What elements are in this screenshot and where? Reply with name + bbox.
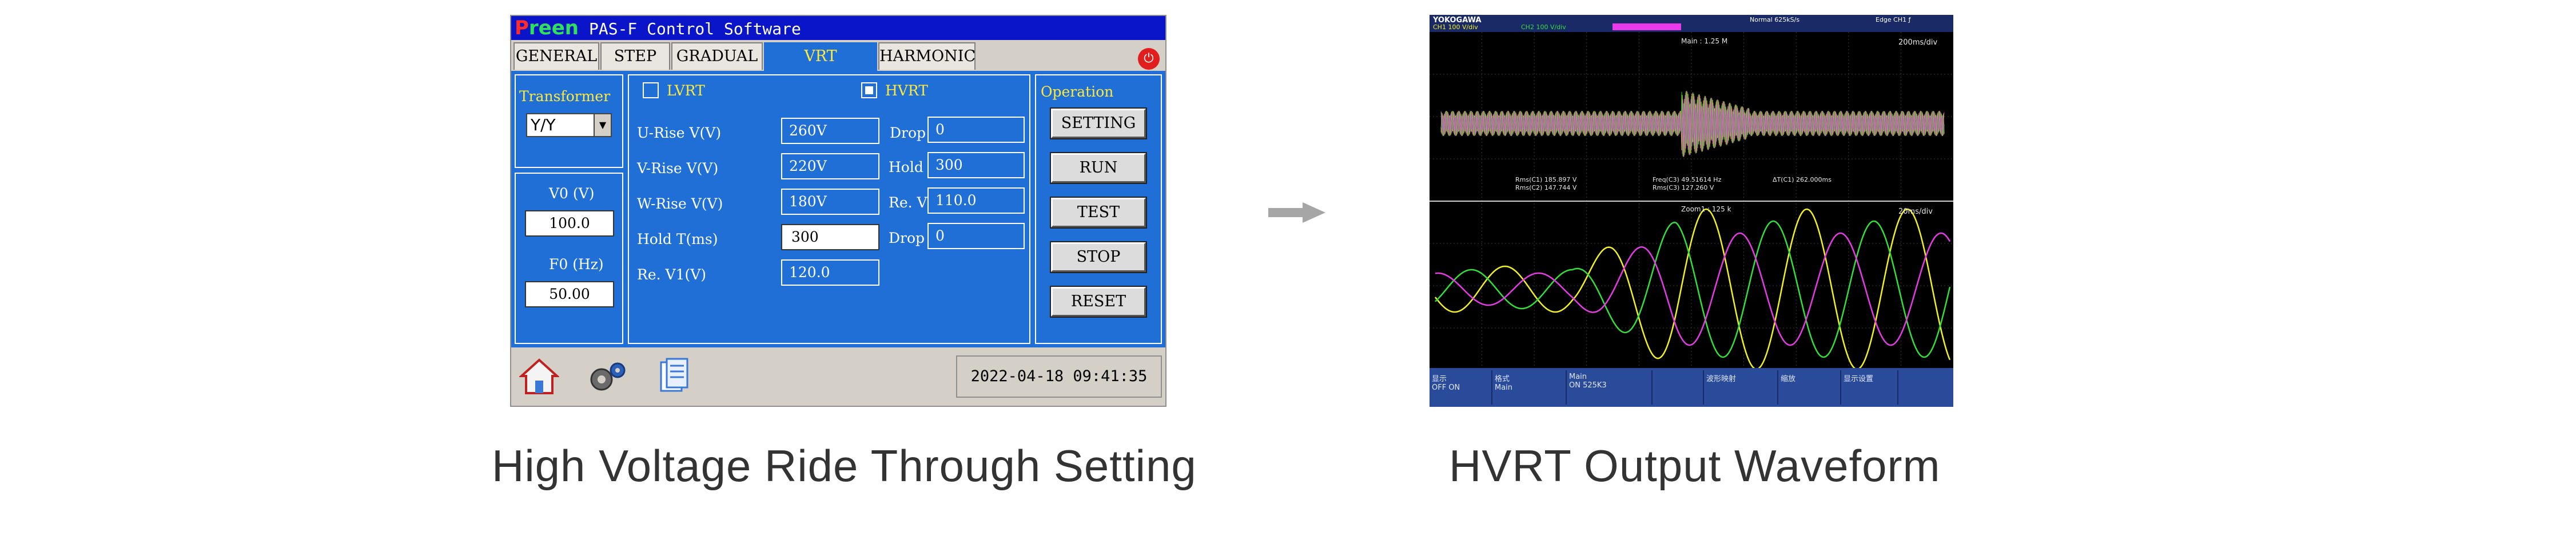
meas-3: Freq(C3) 49.51614 Hz: [1653, 176, 1722, 183]
tab-bar: GENERAL STEP GRADUAL VRT HARMONIC ⏻: [511, 40, 1165, 72]
chevron-down-icon[interactable]: ▼: [594, 114, 611, 136]
gears-icon[interactable]: [586, 358, 626, 395]
hvrt-label: HVRT: [885, 82, 928, 99]
v0-input[interactable]: 100.0: [525, 210, 614, 237]
meas-4: Rms(C3) 127.260 V: [1653, 184, 1714, 191]
scope-header: YOKOGAWA CH1 100 V/div CH2 100 V/div Nor…: [1430, 15, 1953, 32]
top-timebase: 200ms/div: [1898, 38, 1937, 47]
hold-t-input[interactable]: 300: [781, 224, 879, 250]
v-rise-input[interactable]: 220V: [781, 153, 879, 179]
datetime-display: 2022-04-18 09:41:35: [956, 355, 1162, 398]
main-label: Main : 1.25 M: [1681, 37, 1727, 45]
transformer-select[interactable]: Y/Y ▼: [526, 113, 612, 137]
tab-vrt[interactable]: VRT: [764, 42, 877, 72]
softkey-display-settings[interactable]: 显示设置: [1841, 370, 1898, 405]
meas-5: ΔT(C1) 262.000ms: [1773, 176, 1832, 183]
bottom-waveform-phase-2: [1435, 232, 1951, 346]
softkey-display[interactable]: 显示 OFF ON: [1430, 370, 1492, 405]
w-rise-label: W-Rise V(V): [637, 195, 723, 212]
lvrt-label: LVRT: [667, 82, 705, 99]
ch2-scale: CH2 100 V/div: [1521, 23, 1566, 31]
hold-t1-input[interactable]: 300: [927, 152, 1025, 178]
meas-2: Rms(C2) 147.744 V: [1515, 184, 1577, 191]
left-caption: High Voltage Ride Through Setting: [492, 441, 1197, 491]
softkey-blank[interactable]: [1653, 370, 1704, 405]
transformer-group: Transformer Y/Y ▼: [515, 74, 623, 168]
run-button[interactable]: RUN: [1050, 152, 1147, 184]
trigger-status: Edge CH1 ƒ: [1876, 16, 1911, 23]
right-caption: HVRT Output Waveform: [1449, 441, 1941, 491]
zoom-label: Zoom1 : 125 k: [1681, 205, 1731, 213]
test-button[interactable]: TEST: [1050, 197, 1147, 229]
status-bar: 2022-04-18 09:41:35: [511, 347, 1165, 406]
operation-group: Operation SETTING RUN TEST STOP RESET: [1035, 74, 1162, 344]
sample-rate: Normal 625kS/s: [1750, 16, 1800, 23]
control-software-window: Preen PAS-F Control Software GENERAL STE…: [510, 15, 1166, 407]
drop-t2-input[interactable]: 0: [927, 223, 1025, 249]
u-rise-input[interactable]: 260V: [781, 118, 879, 144]
document-icon[interactable]: [654, 358, 694, 395]
lvrt-checkbox[interactable]: [643, 82, 659, 98]
softkey-waveform-map[interactable]: 波形映射: [1704, 370, 1778, 405]
tab-general[interactable]: GENERAL: [513, 42, 599, 70]
w-rise-input[interactable]: 180V: [781, 189, 879, 215]
exit-icon[interactable]: ⏻: [1138, 48, 1160, 70]
bottom-timebase: 20ms/div: [1898, 207, 1933, 216]
stop-button[interactable]: STOP: [1050, 241, 1147, 273]
preen-logo: Preen: [515, 17, 579, 39]
transformer-label: Transformer: [519, 88, 611, 105]
hvrt-checkbox[interactable]: [861, 82, 877, 98]
tab-step[interactable]: STEP: [600, 42, 670, 70]
ch1-scale: CH1 100 V/div: [1433, 23, 1478, 31]
reset-button[interactable]: RESET: [1050, 286, 1147, 318]
title-bar: Preen PAS-F Control Software: [511, 16, 1165, 40]
f0-label: F0 (Hz): [549, 256, 604, 273]
meas-1: Rms(C1) 185.897 V: [1515, 176, 1577, 183]
u-rise-label: U-Rise V(V): [637, 125, 722, 141]
softkey-zoom[interactable]: 缩放: [1778, 370, 1841, 405]
window-title: PAS-F Control Software: [589, 19, 801, 38]
f0-input[interactable]: 50.00: [525, 281, 614, 307]
drop-t1-input[interactable]: 0: [927, 117, 1025, 143]
re-v1-label: Re. V1(V): [637, 266, 707, 283]
v0-label: V0 (V): [549, 185, 595, 202]
re-v2-input[interactable]: 110.0: [927, 187, 1025, 214]
tab-harmonic[interactable]: HARMONIC: [878, 42, 976, 70]
vrt-panel: Transformer Y/Y ▼ V0 (V) 100.0 F0 (Hz) 5…: [511, 71, 1165, 347]
operation-label: Operation: [1041, 83, 1114, 100]
logo-text: reen: [528, 17, 579, 39]
softkey-bar: 显示 OFF ON 格式 Main Main ON 525K3 波形映射 缩放 显示设…: [1430, 368, 1953, 407]
hold-t-label: Hold T(ms): [637, 231, 718, 247]
softkey-main[interactable]: Main ON 525K3: [1567, 370, 1653, 405]
ch3-marker: [1613, 23, 1681, 30]
arrow-right-icon: [1268, 202, 1325, 223]
tab-gradual[interactable]: GRADUAL: [671, 42, 763, 70]
nominal-group: V0 (V) 100.0 F0 (Hz) 50.00: [515, 173, 623, 344]
softkey-format[interactable]: 格式 Main: [1492, 370, 1567, 405]
re-v1-input[interactable]: 120.0: [781, 259, 879, 286]
waveform-area: 200ms/div Main : 1.25 M 20ms/div Zoom1 :…: [1430, 32, 1953, 368]
v-rise-label: V-Rise V(V): [637, 160, 719, 177]
transformer-value: Y/Y: [531, 115, 556, 134]
setting-button[interactable]: SETTING: [1050, 107, 1147, 139]
oscilloscope-screen: YOKOGAWA CH1 100 V/div CH2 100 V/div Nor…: [1430, 15, 1953, 407]
home-icon[interactable]: [518, 358, 560, 395]
